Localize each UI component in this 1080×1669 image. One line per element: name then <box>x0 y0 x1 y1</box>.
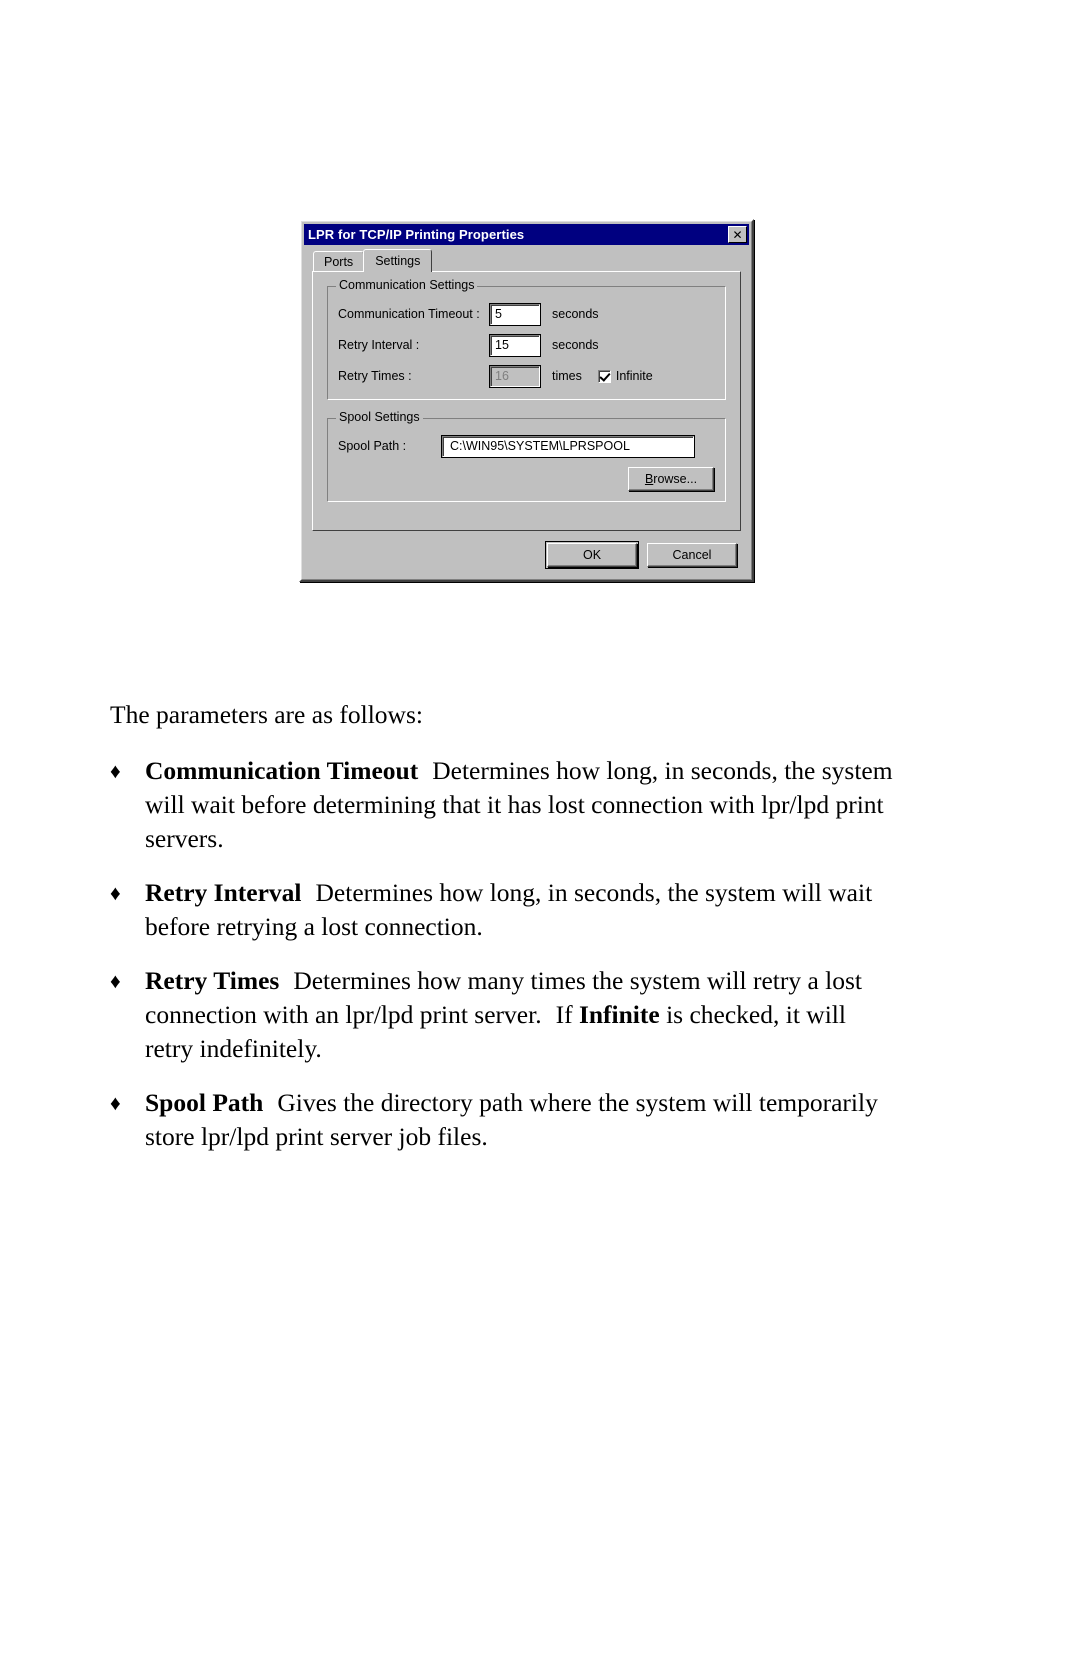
bullet-term: Spool Path <box>145 1088 264 1117</box>
list-item: ♦ Retry Times Determines how many times t… <box>110 964 900 1066</box>
communication-timeout-row: Communication Timeout : 5 seconds <box>338 302 715 326</box>
list-item: ♦ Retry Interval Determines how long, in … <box>110 876 900 944</box>
spool-path-row: Spool Path : C:\WIN95\SYSTEM\LPRSPOOL <box>338 434 715 458</box>
list-item: ♦ Communication Timeout Determines how lo… <box>110 754 900 856</box>
dialog-title: LPR for TCP/IP Printing Properties <box>308 227 525 242</box>
dialog-footer: OK Cancel <box>304 531 749 577</box>
document-body: The parameters are as follows: ♦ Communi… <box>110 698 900 1174</box>
retry-interval-unit: seconds <box>552 338 599 352</box>
bullet-text: Communication Timeout Determines how long… <box>145 754 900 856</box>
diamond-bullet-icon: ♦ <box>110 759 121 783</box>
infinite-checkbox-label: Infinite <box>615 369 653 383</box>
bullet-term: Retry Interval <box>145 878 302 907</box>
tab-page-settings: Communication Settings Communication Tim… <box>312 271 741 531</box>
bullet-text: Retry Interval Determines how long, in se… <box>145 876 900 944</box>
communication-timeout-input[interactable]: 5 <box>489 302 541 326</box>
ok-button[interactable]: OK <box>545 541 639 569</box>
infinite-checkbox-row[interactable]: Infinite <box>597 369 653 383</box>
tab-ports[interactable]: Ports <box>313 250 365 271</box>
dialog-titlebar[interactable]: LPR for TCP/IP Printing Properties ✕ <box>304 224 749 245</box>
dialog-inner: LPR for TCP/IP Printing Properties ✕ Por… <box>301 221 752 580</box>
retry-times-unit: times <box>552 369 582 383</box>
diamond-bullet-icon: ♦ <box>110 881 121 905</box>
retry-times-input: 16 <box>489 364 541 388</box>
spool-path-input[interactable]: C:\WIN95\SYSTEM\LPRSPOOL <box>441 434 695 458</box>
communication-settings-legend: Communication Settings <box>336 279 478 292</box>
communication-settings-group: Communication Settings Communication Tim… <box>327 279 726 400</box>
retry-times-label: Retry Times : <box>338 369 412 383</box>
diamond-bullet-icon: ♦ <box>110 1091 121 1115</box>
checkmark-icon[interactable] <box>597 369 611 383</box>
bullet-description-infinite: Infinite <box>578 1000 660 1029</box>
retry-interval-input[interactable]: 15 <box>489 333 541 357</box>
tab-settings[interactable]: Settings <box>363 248 433 272</box>
lpr-printing-properties-dialog: LPR for TCP/IP Printing Properties ✕ Por… <box>299 219 754 582</box>
tab-strip: Ports Settings <box>304 247 749 272</box>
browse-label-rest: rowse... <box>653 472 698 486</box>
bullet-text: Spool Path Gives the directory path where… <box>145 1086 900 1154</box>
browse-row: Browse... <box>338 467 715 491</box>
bullet-term: Retry Times <box>145 966 280 995</box>
browse-button[interactable]: Browse... <box>628 467 714 491</box>
spool-settings-legend: Spool Settings <box>336 411 423 424</box>
retry-times-row: Retry Times : 16 times Infinite <box>338 364 715 388</box>
bullet-description-if: If <box>555 1000 573 1029</box>
bullet-text: Retry Times Determines how many times the… <box>145 964 900 1066</box>
retry-interval-label: Retry Interval : <box>338 338 420 352</box>
list-item: ♦ Spool Path Gives the directory path whe… <box>110 1086 900 1154</box>
retry-interval-row: Retry Interval : 15 seconds <box>338 333 715 357</box>
close-icon[interactable]: ✕ <box>728 226 747 243</box>
spool-path-label: Spool Path : <box>338 439 407 453</box>
bullet-term: Communication Timeout <box>145 756 419 785</box>
spool-settings-group: Spool Settings Spool Path : C:\WIN95\SYS… <box>327 411 726 502</box>
intro-paragraph: The parameters are as follows: <box>110 700 423 729</box>
communication-timeout-unit: seconds <box>552 307 599 321</box>
cancel-button[interactable]: Cancel <box>647 543 737 567</box>
diamond-bullet-icon: ♦ <box>110 969 121 993</box>
communication-timeout-label: Communication Timeout : <box>338 307 480 321</box>
